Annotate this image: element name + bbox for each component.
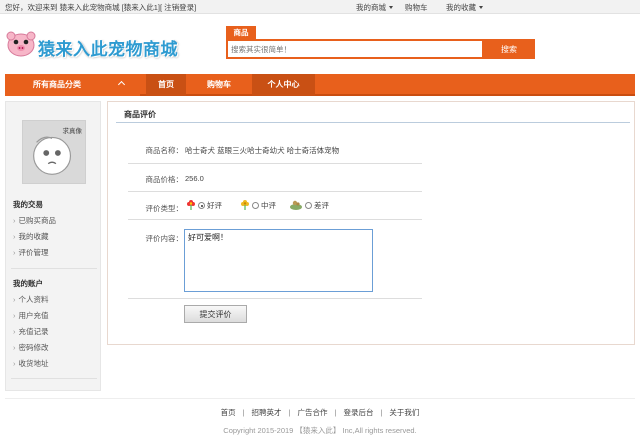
pig-mascot-icon — [6, 31, 36, 57]
row-divider — [128, 298, 422, 299]
avatar[interactable]: 求真像 — [22, 120, 86, 184]
sidebar-section-account: 我的账户 — [13, 279, 43, 288]
chevron-up-icon — [117, 80, 126, 89]
review-type-label: 评价类型： — [145, 204, 184, 213]
review-type-bad: 差评 — [289, 199, 329, 211]
top-bar: 您好，欢迎来到 猿来入此宠物商城 [猿来入此1][注销登录] 我的商城 购物车 … — [0, 0, 640, 14]
yellow-flower-icon — [241, 200, 249, 210]
avatar-tag: 求真像 — [62, 128, 83, 135]
page-title: 商品评价 — [124, 110, 156, 119]
site-logo[interactable]: 猿来入此宠物商城 — [6, 27, 206, 67]
title-divider — [116, 122, 630, 123]
user-sidebar: 求真像 我的交易 已购买商品 我的收藏 评价管理 我的账户 个人资料 用户充值 … — [5, 101, 101, 391]
review-content-label: 评价内容： — [145, 234, 184, 243]
my-mall-label: 我的商城 — [356, 3, 386, 12]
copyright: Copyright 2015-2019 【猿来入此】 Inc,All right… — [223, 426, 417, 435]
cart-link[interactable]: 购物车 — [405, 2, 428, 13]
footer-link-jobs[interactable]: 招聘英才 — [252, 408, 282, 417]
footer-link-about[interactable]: 关于我们 — [389, 408, 419, 417]
footer-link-admin[interactable]: 登录后台 — [343, 408, 373, 417]
chevron-down-icon — [479, 6, 483, 9]
footer-divider — [5, 398, 635, 399]
sidebar-divider — [11, 378, 97, 379]
footer-sep: | — [242, 408, 245, 417]
sidebar-item-reviews[interactable]: 评价管理 — [13, 247, 49, 258]
footer-link-ads[interactable]: 广告合作 — [298, 408, 328, 417]
sidebar-section-trade: 我的交易 — [13, 200, 43, 209]
wilted-flower-icon — [290, 200, 302, 210]
sidebar-item-recharge[interactable]: 用户充值 — [13, 310, 49, 321]
search-bar: 搜索 — [226, 39, 535, 59]
welcome-message: 您好，欢迎来到 猿来入此宠物商城 [猿来入此1][ — [5, 3, 163, 12]
welcome-end: ] — [194, 3, 197, 12]
review-panel: 商品评价 商品名称： 哈士奇犬 蓝眼三火哈士奇幼犬 哈士奇活体宠物 商品价格： … — [107, 101, 635, 345]
row-divider — [128, 191, 422, 192]
review-type-neutral: 中评 — [240, 199, 276, 211]
sidebar-item-favorites[interactable]: 我的收藏 — [13, 231, 49, 242]
nav-user-center[interactable]: 个人中心 — [252, 74, 315, 96]
search-button[interactable]: 搜索 — [483, 39, 535, 59]
row-divider — [128, 163, 422, 164]
sidebar-item-purchased[interactable]: 已购买商品 — [13, 215, 57, 226]
sidebar-item-profile[interactable]: 个人资料 — [13, 294, 49, 305]
row-divider — [128, 219, 422, 220]
footer-link-home[interactable]: 首页 — [221, 408, 236, 417]
sidebar-item-address[interactable]: 收货地址 — [13, 358, 49, 369]
logout-link[interactable]: 注销登录 — [164, 3, 194, 12]
sidebar-divider — [11, 268, 97, 269]
product-name-label: 商品名称： — [145, 146, 184, 155]
search-tab-products[interactable]: 商品 — [226, 26, 256, 39]
radio-neutral[interactable] — [252, 202, 259, 209]
product-price-label: 商品价格： — [145, 175, 184, 184]
option-neutral-label: 中评 — [261, 201, 276, 210]
product-price-value: 256.0 — [185, 174, 204, 183]
red-flower-icon — [187, 200, 195, 210]
footer-sep: | — [334, 408, 337, 417]
chevron-down-icon — [389, 6, 393, 9]
submit-review-button[interactable]: 提交评价 — [184, 305, 247, 323]
footer-sep: | — [288, 408, 291, 417]
main-nav: 所有商品分类 首页 购物车 个人中心 — [5, 74, 635, 96]
sidebar-item-recharge-records[interactable]: 充值记录 — [13, 326, 49, 337]
footer-sep: | — [380, 408, 383, 417]
radio-good[interactable] — [198, 202, 205, 209]
welcome-text: 您好，欢迎来到 猿来入此宠物商城 [猿来入此1][注销登录] — [5, 2, 198, 13]
nav-cart[interactable]: 购物车 — [186, 74, 252, 96]
footer-links: 首页 | 招聘英才 | 广告合作 | 登录后台 | 关于我们 — [0, 407, 640, 418]
nav-home[interactable]: 首页 — [146, 74, 186, 96]
review-content-textarea[interactable]: 好可爱啊！ — [184, 229, 373, 292]
option-bad-label: 差评 — [314, 201, 329, 210]
option-good-label: 好评 — [207, 201, 222, 210]
nav-categories-label: 所有商品分类 — [33, 80, 81, 89]
my-favorites-label: 我的收藏 — [446, 3, 476, 12]
review-type-options: 好评 — [186, 199, 222, 211]
radio-bad[interactable] — [305, 202, 312, 209]
nav-all-categories[interactable]: 所有商品分类 — [5, 74, 140, 96]
my-favorites-menu[interactable]: 我的收藏 — [446, 2, 483, 13]
my-mall-menu[interactable]: 我的商城 — [356, 2, 393, 13]
sidebar-item-password[interactable]: 密码修改 — [13, 342, 49, 353]
site-title: 猿来入此宠物商城 — [38, 40, 178, 59]
product-name-value: 哈士奇犬 蓝眼三火哈士奇幼犬 哈士奇活体宠物 — [185, 146, 340, 155]
cart-link-label: 购物车 — [405, 3, 428, 12]
search-input[interactable] — [228, 41, 482, 57]
